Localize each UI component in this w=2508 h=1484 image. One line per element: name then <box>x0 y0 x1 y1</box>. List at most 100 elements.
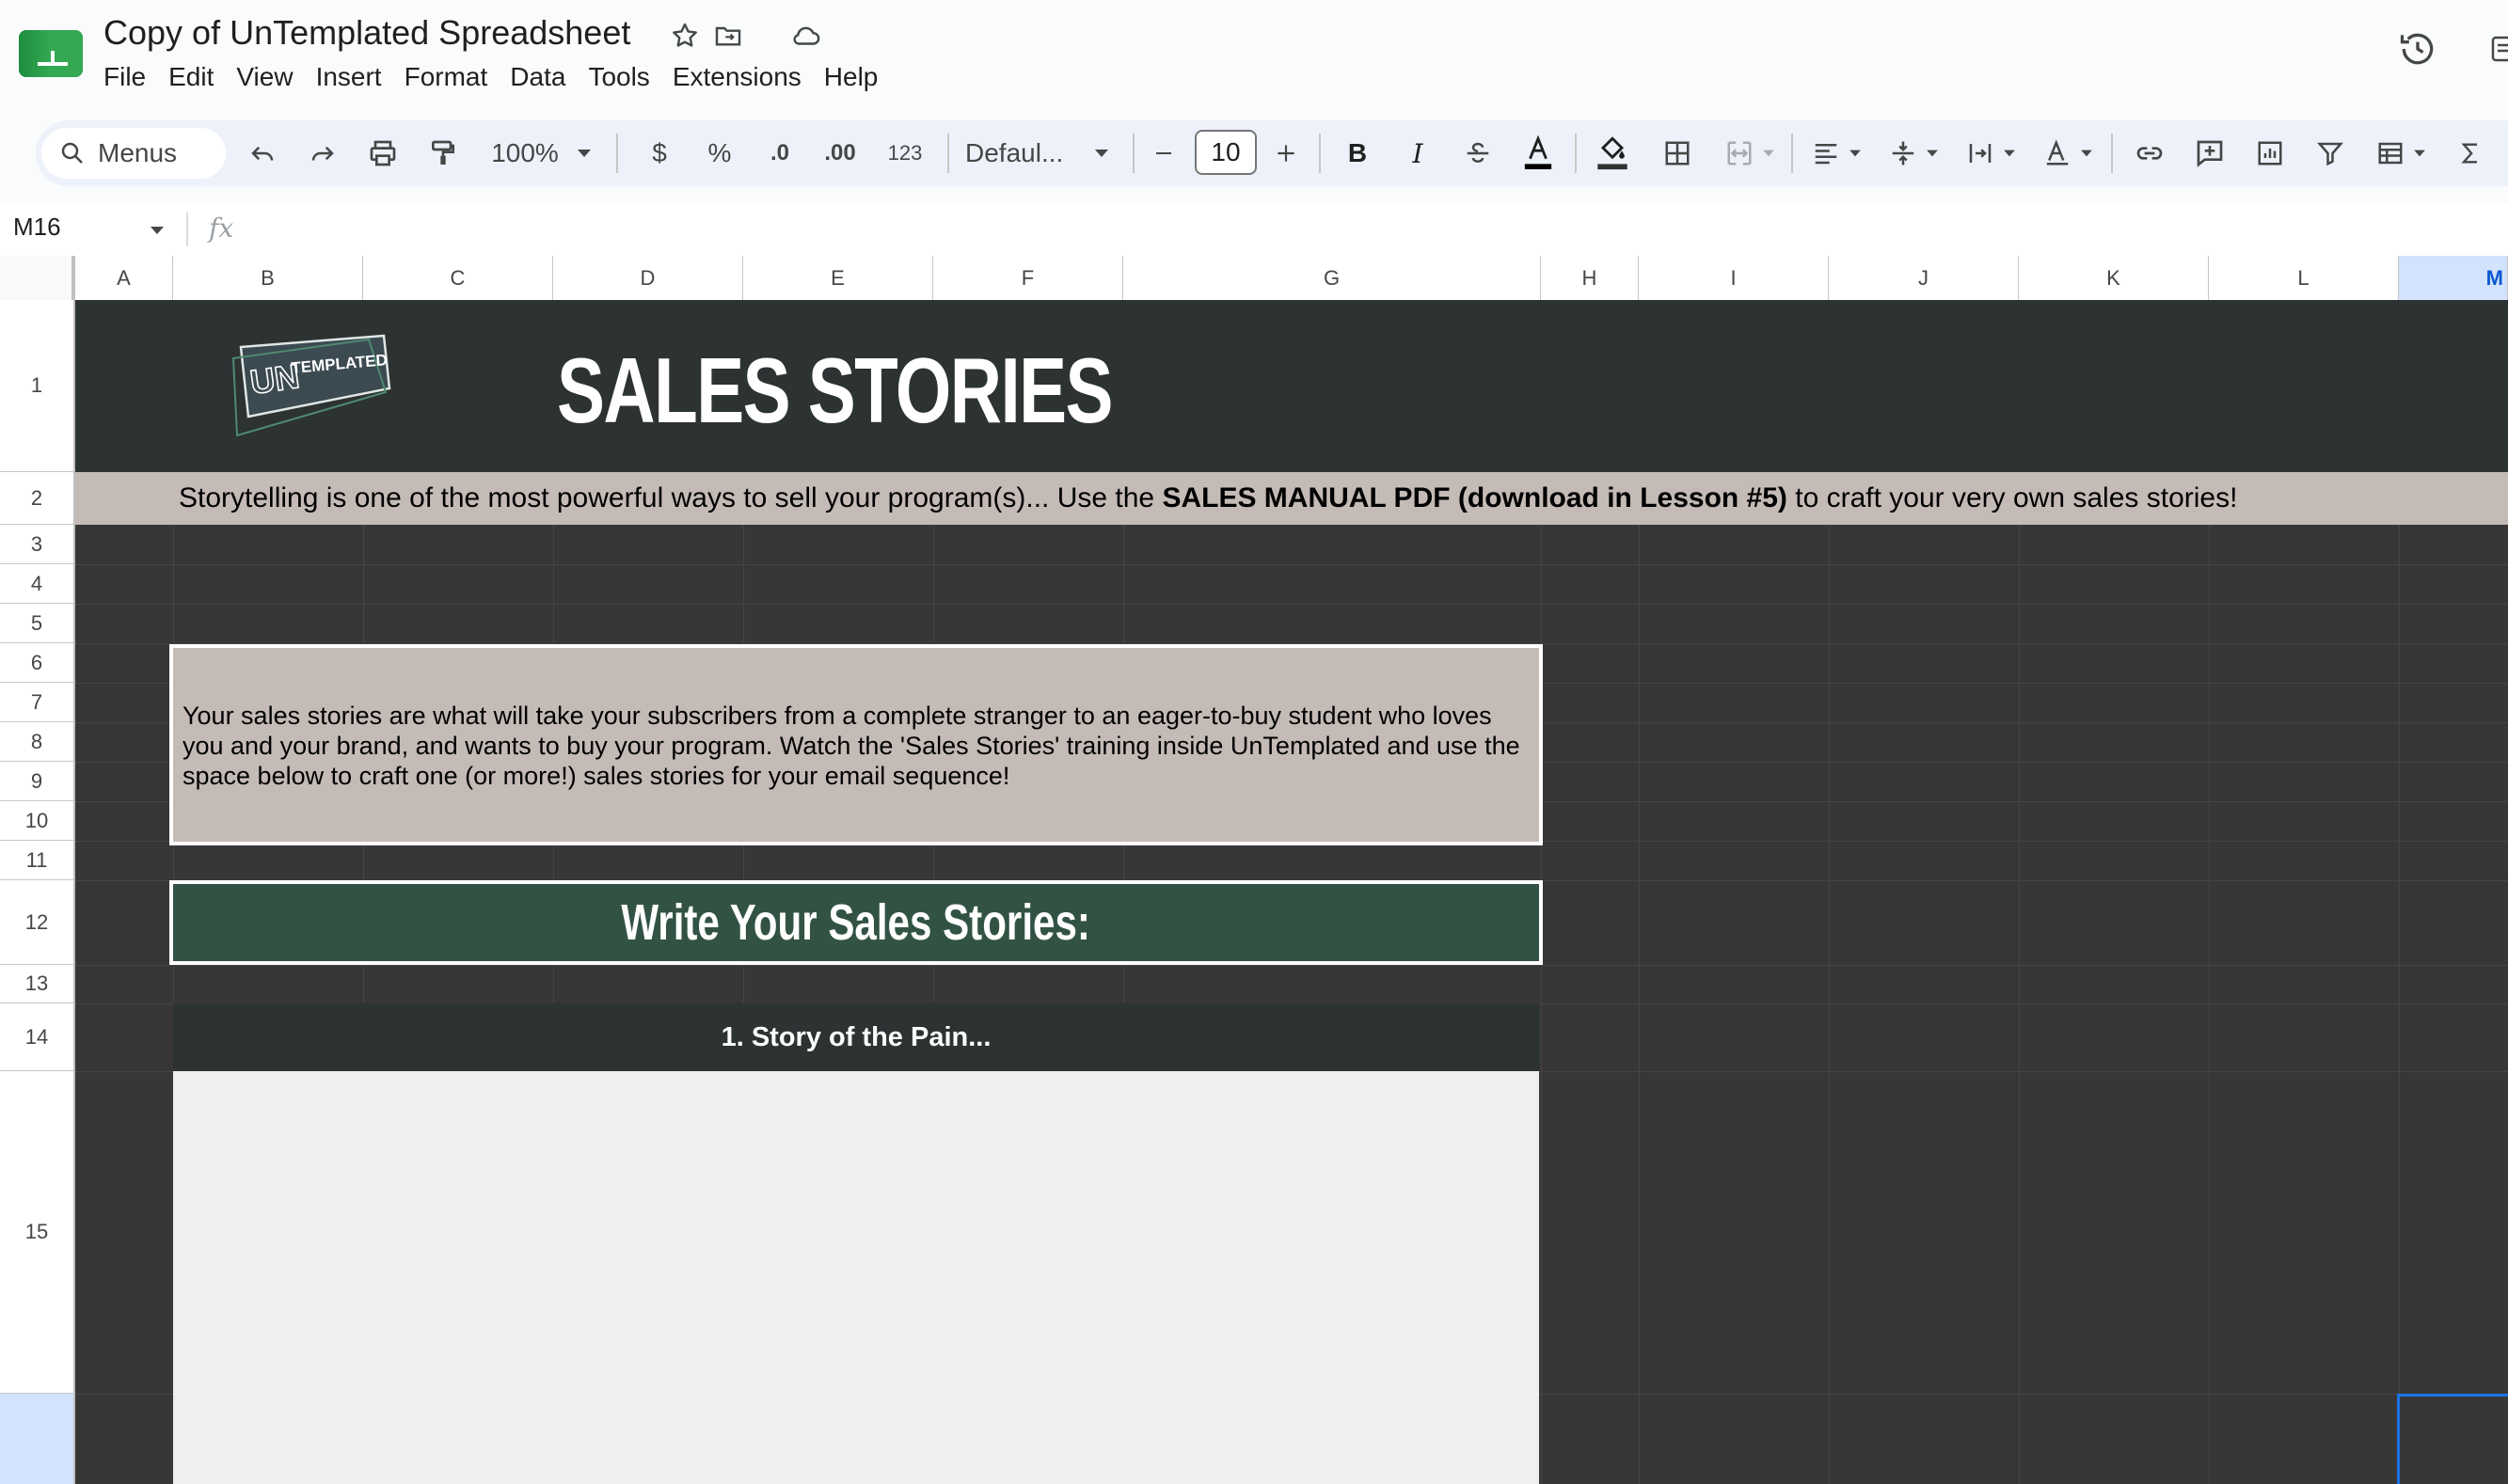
row-header-selected[interactable] <box>0 1394 73 1484</box>
font-size-input[interactable]: 10 <box>1195 130 1257 175</box>
column-header[interactable]: E <box>743 256 933 300</box>
print-icon[interactable] <box>359 120 406 186</box>
column-header[interactable]: L <box>2209 256 2399 300</box>
merge-dropdown-icon[interactable] <box>1757 120 1780 186</box>
percent-format-button[interactable]: % <box>696 120 743 186</box>
vertical-align-icon[interactable] <box>1881 120 1925 186</box>
table-dropdown-icon[interactable] <box>2408 120 2431 186</box>
increase-decimal-button[interactable]: .00 <box>817 120 864 186</box>
insert-chart-icon[interactable] <box>2246 120 2294 186</box>
column-header[interactable]: K <box>2019 256 2209 300</box>
menu-extensions[interactable]: Extensions <box>661 58 813 96</box>
row-header[interactable]: 1 <box>0 300 73 472</box>
column-header[interactable]: J <box>1829 256 2019 300</box>
borders-icon[interactable] <box>1654 120 1701 186</box>
row-header[interactable]: 11 <box>0 841 73 880</box>
row-header[interactable]: 9 <box>0 762 73 801</box>
italic-button[interactable]: I <box>1394 120 1441 186</box>
menu-bar: File Edit View Insert Format Data Tools … <box>92 58 889 96</box>
row-header[interactable]: 13 <box>0 965 73 1003</box>
column-header-selected[interactable]: M <box>2399 256 2508 300</box>
intro-box[interactable]: Your sales stories are what will take yo… <box>169 644 1543 845</box>
menu-file[interactable]: File <box>92 58 157 96</box>
currency-label: $ <box>652 138 667 167</box>
text-wrapping-icon[interactable] <box>1959 120 2002 186</box>
functions-icon[interactable] <box>2450 120 2491 186</box>
undo-icon[interactable] <box>239 120 286 186</box>
star-icon[interactable] <box>666 17 704 55</box>
menu-tools[interactable]: Tools <box>577 58 660 96</box>
font-family-select[interactable]: Defaul... <box>965 120 1087 186</box>
document-title[interactable]: Copy of UnTemplated Spreadsheet <box>103 13 630 53</box>
row-header[interactable]: 7 <box>0 683 73 722</box>
row-header[interactable]: 12 <box>0 880 73 965</box>
menus-search[interactable]: Menus <box>41 128 226 179</box>
row-header[interactable]: 3 <box>0 525 73 564</box>
banner-text: Storytelling is one of the most powerful… <box>179 472 2237 525</box>
text-color-icon[interactable] <box>1515 120 1562 186</box>
strikethrough-icon[interactable] <box>1454 120 1501 186</box>
name-box-dropdown-icon[interactable] <box>149 224 166 241</box>
text-rotation-icon[interactable] <box>2036 120 2079 186</box>
insert-comment-icon[interactable] <box>2186 120 2233 186</box>
column-header[interactable]: C <box>363 256 553 300</box>
row-header[interactable]: 2 <box>0 472 73 525</box>
bold-button[interactable]: B <box>1334 120 1381 186</box>
column-header[interactable]: B <box>173 256 363 300</box>
paint-format-icon[interactable] <box>420 120 467 186</box>
column-header[interactable]: H <box>1541 256 1639 300</box>
redo-icon[interactable] <box>299 120 346 186</box>
zoom-dropdown-icon[interactable] <box>570 120 598 186</box>
column-header[interactable]: A <box>75 256 173 300</box>
story-1-header[interactable]: 1. Story of the Pain... <box>173 1003 1539 1071</box>
comments-icon[interactable] <box>2485 26 2508 71</box>
menu-help[interactable]: Help <box>813 58 890 96</box>
row-header[interactable]: 4 <box>0 564 73 604</box>
cloud-saved-icon[interactable] <box>786 17 824 55</box>
increase-font-size-icon[interactable] <box>1264 120 1308 186</box>
valign-dropdown-icon[interactable] <box>1921 120 1944 186</box>
merge-cells-icon[interactable] <box>1716 120 1763 186</box>
select-all-corner[interactable] <box>0 256 75 300</box>
align-dropdown-icon[interactable] <box>1844 120 1866 186</box>
menu-edit[interactable]: Edit <box>157 58 225 96</box>
menu-data[interactable]: Data <box>499 58 577 96</box>
row-header[interactable]: 8 <box>0 722 73 762</box>
sheet-grid[interactable]: UN TEMPLATED SALES STORIES Storytelling … <box>75 300 2508 1484</box>
row-header[interactable]: 14 <box>0 1003 73 1071</box>
version-history-icon[interactable] <box>2395 26 2440 71</box>
row-header[interactable]: 10 <box>0 801 73 841</box>
rotation-dropdown-icon[interactable] <box>2075 120 2098 186</box>
zoom-select[interactable]: 100% <box>478 120 572 186</box>
menu-insert[interactable]: Insert <box>305 58 393 96</box>
insert-link-icon[interactable] <box>2126 120 2173 186</box>
filter-icon[interactable] <box>2307 120 2354 186</box>
toolbar-divider <box>1791 134 1793 173</box>
font-dropdown-icon[interactable] <box>1087 120 1116 186</box>
active-cell-outline[interactable] <box>2397 1394 2508 1484</box>
column-header[interactable]: F <box>933 256 1123 300</box>
fill-color-icon[interactable] <box>1586 120 1639 186</box>
currency-format-button[interactable]: $ <box>636 120 683 186</box>
horizontal-align-icon[interactable] <box>1804 120 1848 186</box>
column-header[interactable]: I <box>1639 256 1829 300</box>
column-header[interactable]: D <box>553 256 743 300</box>
wrap-dropdown-icon[interactable] <box>1998 120 2021 186</box>
table-view-icon[interactable] <box>2367 120 2414 186</box>
column-header[interactable]: G <box>1123 256 1541 300</box>
story-1-input-area[interactable] <box>173 1071 1539 1484</box>
number-format-button[interactable]: 123 <box>877 120 933 186</box>
decrease-font-size-icon[interactable] <box>1142 120 1185 186</box>
section-title-box[interactable]: Write Your Sales Stories: <box>169 880 1543 965</box>
menu-format[interactable]: Format <box>393 58 500 96</box>
menu-view[interactable]: View <box>225 58 304 96</box>
banner-text-pre: Storytelling is one of the most powerful… <box>179 482 1163 513</box>
sheets-logo-icon[interactable] <box>19 30 83 77</box>
gridline <box>75 604 2508 605</box>
row-header[interactable]: 5 <box>0 604 73 643</box>
row-header[interactable]: 6 <box>0 643 73 683</box>
move-to-folder-icon[interactable] <box>709 17 747 55</box>
row-header[interactable]: 15 <box>0 1071 73 1394</box>
decrease-decimal-button[interactable]: .0 <box>756 120 803 186</box>
name-box[interactable]: M16 <box>13 213 61 242</box>
